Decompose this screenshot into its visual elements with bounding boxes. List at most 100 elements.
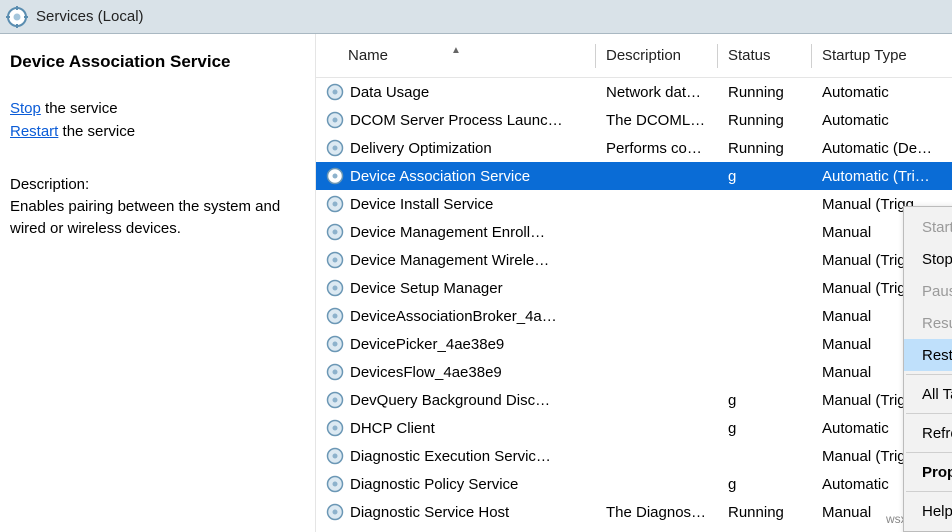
- service-gear-icon: [326, 195, 344, 213]
- service-row[interactable]: Diagnostic Policy ServicegAutomatic: [316, 470, 952, 498]
- service-name: DCOM Server Process Launc…: [350, 112, 563, 129]
- menu-separator: [906, 374, 952, 375]
- service-status: Running: [718, 84, 812, 101]
- service-gear-icon: [326, 475, 344, 493]
- service-gear-icon: [326, 307, 344, 325]
- service-gear-icon: [326, 223, 344, 241]
- service-gear-icon: [326, 167, 344, 185]
- service-name: Diagnostic Execution Servic…: [350, 448, 551, 465]
- service-gear-icon: [326, 503, 344, 521]
- service-row[interactable]: Device Install ServiceManual (Trigg…: [316, 190, 952, 218]
- selected-service-title: Device Association Service: [10, 52, 305, 72]
- column-headers: ▲ Name Description Status Startup Type: [316, 34, 952, 78]
- service-row[interactable]: DeviceAssociationBroker_4a…Manual: [316, 302, 952, 330]
- col-description[interactable]: Description: [596, 47, 718, 64]
- service-name: DeviceAssociationBroker_4a…: [350, 308, 557, 325]
- service-gear-icon: [326, 251, 344, 269]
- service-name: DevQuery Background Disc…: [350, 392, 550, 409]
- col-name[interactable]: ▲ Name: [316, 55, 596, 56]
- restart-suffix: the service: [58, 123, 135, 140]
- service-gear-icon: [326, 391, 344, 409]
- service-name: Device Association Service: [350, 168, 530, 185]
- menu-help[interactable]: Help: [904, 495, 952, 527]
- service-row[interactable]: Diagnostic Execution Servic…Manual (Trig…: [316, 442, 952, 470]
- service-row[interactable]: DCOM Server Process Launc… The DCOML…Runn…: [316, 106, 952, 134]
- service-row[interactable]: DHCP ClientgAutomatic: [316, 414, 952, 442]
- service-name: DevicePicker_4ae38e9: [350, 336, 504, 353]
- header-title: Services (Local): [36, 8, 144, 25]
- service-row[interactable]: Device Management Wirele…Manual (Trigg…: [316, 246, 952, 274]
- service-row[interactable]: DevQuery Background Disc…gManual (Trigg…: [316, 386, 952, 414]
- description-block: Description: Enables pairing between the…: [10, 174, 305, 239]
- description-text: Enables pairing between the system and w…: [10, 196, 305, 240]
- service-gear-icon: [326, 83, 344, 101]
- service-name: Device Setup Manager: [350, 280, 503, 297]
- service-description: Network dat…: [596, 84, 718, 101]
- menu-separator: [906, 491, 952, 492]
- service-description: Performs co…: [596, 140, 718, 157]
- service-row[interactable]: DevicePicker_4ae38e9Manual: [316, 330, 952, 358]
- service-row[interactable]: Device Management Enroll…Manual: [316, 218, 952, 246]
- service-status: g: [718, 476, 812, 493]
- service-description: The Diagnos…: [596, 504, 718, 521]
- stop-line: Stop the service: [10, 100, 305, 117]
- context-menu: Start Stop Pause Resume Restart All Task…: [903, 206, 952, 532]
- service-row[interactable]: Delivery Optimization Performs co…Running…: [316, 134, 952, 162]
- service-gear-icon: [326, 335, 344, 353]
- menu-resume: Resume: [904, 307, 952, 339]
- services-gear-icon: [6, 6, 28, 28]
- service-name: Diagnostic Policy Service: [350, 476, 518, 493]
- service-status: g: [718, 420, 812, 437]
- service-description: The DCOML…: [596, 112, 718, 129]
- col-status[interactable]: Status: [718, 47, 812, 64]
- service-row[interactable]: Diagnostic Service Host The Diagnos…Runni…: [316, 498, 952, 526]
- service-status: Running: [718, 112, 812, 129]
- col-name-label: Name: [326, 47, 388, 64]
- service-row[interactable]: Data Usage Network dat…RunningAutomatic: [316, 78, 952, 106]
- menu-stop[interactable]: Stop: [904, 243, 952, 275]
- service-startup: Automatic: [812, 112, 952, 129]
- service-name: DevicesFlow_4ae38e9: [350, 364, 502, 381]
- stop-link[interactable]: Stop: [10, 100, 41, 117]
- col-startup[interactable]: Startup Type: [812, 47, 952, 64]
- service-gear-icon: [326, 363, 344, 381]
- service-name: Device Management Wirele…: [350, 252, 549, 269]
- service-gear-icon: [326, 279, 344, 297]
- service-status: Running: [718, 504, 812, 521]
- detail-pane: Device Association Service Stop the serv…: [0, 34, 316, 532]
- menu-separator: [906, 413, 952, 414]
- main: Device Association Service Stop the serv…: [0, 34, 952, 532]
- header-bar: Services (Local): [0, 0, 952, 34]
- list-pane: ▲ Name Description Status Startup Type D…: [316, 34, 952, 532]
- menu-all-tasks[interactable]: All Tasks ▶: [904, 378, 952, 410]
- stop-suffix: the service: [41, 100, 118, 117]
- menu-separator: [906, 452, 952, 453]
- service-name: DHCP Client: [350, 420, 435, 437]
- service-startup: Automatic (De…: [812, 140, 952, 157]
- restart-link[interactable]: Restart: [10, 123, 58, 140]
- service-name: Diagnostic Service Host: [350, 504, 509, 521]
- menu-refresh[interactable]: Refresh: [904, 417, 952, 449]
- service-gear-icon: [326, 447, 344, 465]
- service-row[interactable]: Device Association Service gAutomatic (Tr…: [316, 162, 952, 190]
- service-name: Delivery Optimization: [350, 140, 492, 157]
- service-gear-icon: [326, 139, 344, 157]
- service-gear-icon: [326, 419, 344, 437]
- menu-start: Start: [904, 211, 952, 243]
- service-status: Running: [718, 140, 812, 157]
- menu-pause: Pause: [904, 275, 952, 307]
- menu-restart[interactable]: Restart: [904, 339, 952, 371]
- service-row[interactable]: Device Setup ManagerManual (Trigg…: [316, 274, 952, 302]
- service-startup: Automatic: [812, 84, 952, 101]
- restart-line: Restart the service: [10, 123, 305, 140]
- service-status: g: [718, 168, 812, 185]
- description-label: Description:: [10, 174, 305, 196]
- service-startup: Automatic (Tri…: [812, 168, 952, 185]
- service-gear-icon: [326, 111, 344, 129]
- service-row[interactable]: DevicesFlow_4ae38e9Manual: [316, 358, 952, 386]
- menu-properties[interactable]: Properties: [904, 456, 952, 488]
- service-name: Device Management Enroll…: [350, 224, 545, 241]
- menu-all-tasks-label: All Tasks: [922, 386, 952, 403]
- service-name: Data Usage: [350, 84, 429, 101]
- service-status: g: [718, 392, 812, 409]
